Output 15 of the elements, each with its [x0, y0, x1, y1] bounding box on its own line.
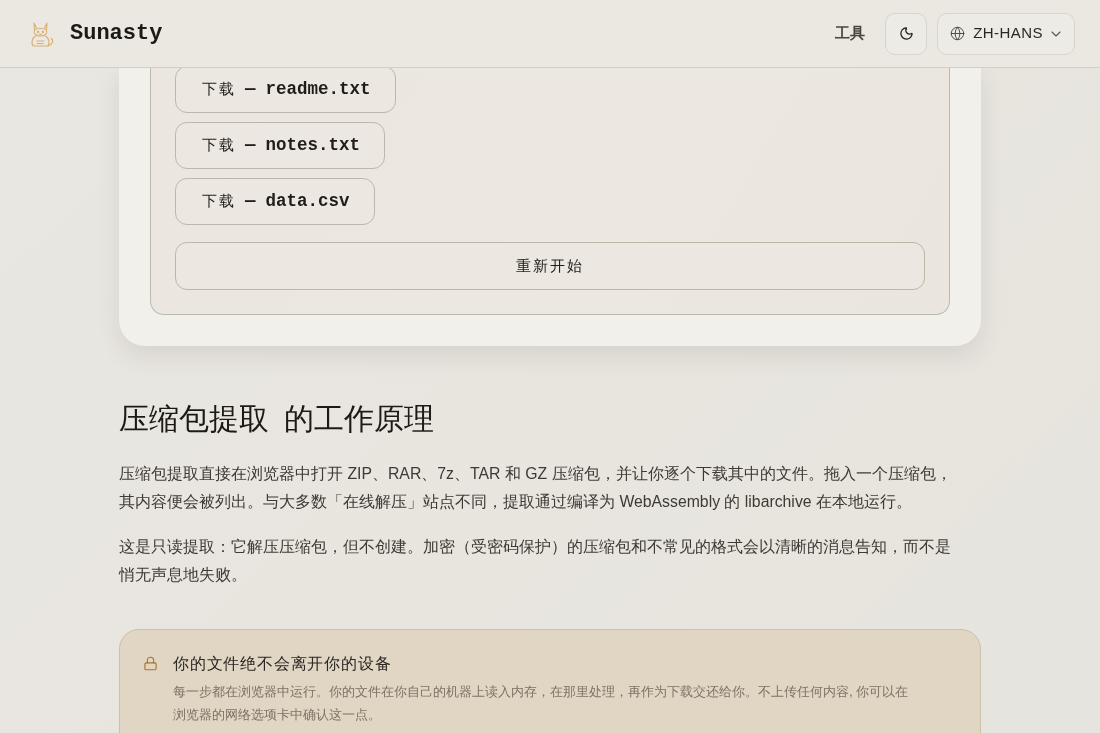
theme-toggle-button[interactable] — [885, 12, 928, 55]
globe-icon — [950, 26, 966, 41]
nav-link[interactable]: 工具 — [835, 22, 866, 45]
section-heading: 压缩包提取 的工作原理 — [119, 401, 435, 437]
download-file-button[interactable]: 下载 — data.csv — [175, 178, 375, 225]
body-paragraph: 这是只读提取：它解压压缩包，但不创建。加密（受密码保护）的压缩包和不常见的格式会以清晰的消息告知，而不是 悄无声息地失败。 — [119, 537, 952, 585]
notice-title: 你的文件绝不会离开你的设备 — [173, 654, 393, 674]
body-paragraph: 压缩包提取直接在浏览器中打开 ZIP、RAR、7z、TAR 和 GZ 压缩包，并让你逐个下载其中的文件。拖入一个压缩包， 其内容便会被列出。与大多数「在线解压」站点不同，提取通过编译为 WebAssembly 的 libarchive 在本地运行。 — [119, 464, 953, 512]
moon-icon — [898, 26, 914, 41]
download-file-button[interactable]: 下载 — notes.txt — [175, 122, 386, 169]
language-select[interactable]: ZH-HANS — [937, 12, 1075, 55]
download-file-button[interactable]: 下载 — readme.txt — [175, 66, 396, 113]
lock-icon — [143, 656, 158, 671]
restart-button[interactable]: 重新开始 — [175, 242, 925, 290]
brand-name[interactable]: Sunasty — [70, 17, 163, 50]
